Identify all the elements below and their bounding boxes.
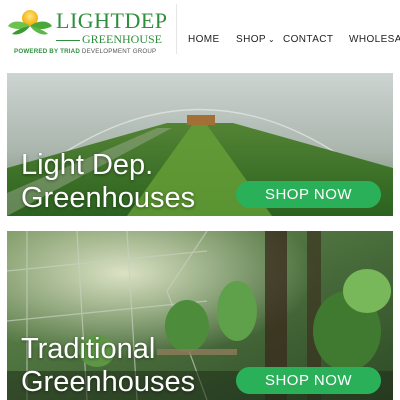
- nav-item-label: HOME: [188, 34, 220, 45]
- nav-item-label: SHOP: [236, 34, 266, 45]
- nav-item-contact[interactable]: CONTACT: [283, 33, 333, 47]
- shop-now-button[interactable]: SHOP NOW: [236, 181, 381, 208]
- logo-subtitle-text: GREENHOUSE: [82, 32, 162, 46]
- shop-now-button[interactable]: SHOP NOW: [236, 367, 381, 394]
- sun-leaves-icon: [8, 10, 52, 35]
- logo-powered-rest: DEVELOPMENT GROUP: [81, 48, 157, 55]
- logo-title-main: LIGHT: [56, 8, 125, 33]
- banner-title-line2: Greenhouses: [21, 182, 196, 214]
- banner-title-line2: Greenhouses: [21, 366, 196, 398]
- logo-title-accent: DEP: [124, 8, 168, 33]
- banner-title: Light Dep. Greenhouses: [21, 149, 195, 215]
- banner-title-line1: Light Dep.: [21, 149, 154, 181]
- logo-powered-by: POWERED BY TRIAD DEVELOPMENT GROUP: [14, 48, 156, 55]
- site-logo[interactable]: LIGHTDEP GREENHOUSE POWERED BY TRIAD DEV…: [6, 6, 176, 56]
- site-header: LIGHTDEP GREENHOUSE POWERED BY TRIAD DEV…: [0, 0, 400, 62]
- banner-title: Traditional Greenhouses: [21, 333, 195, 399]
- chevron-down-icon: ⌄: [267, 35, 276, 44]
- banner-title-line1: Traditional: [21, 333, 156, 365]
- nav-item-wholesale[interactable]: WHOLESAL: [349, 33, 400, 47]
- nav-item-label: WHOLESAL: [349, 34, 400, 45]
- logo-powered-by-text: POWERED BY TRIAD: [14, 48, 80, 55]
- banner-light-dep[interactable]: Light Dep. Greenhouses SHOP NOW: [7, 73, 393, 216]
- page: LIGHTDEP GREENHOUSE POWERED BY TRIAD DEV…: [0, 0, 400, 400]
- nav-item-home[interactable]: HOME: [188, 33, 220, 47]
- nav-item-label: CONTACT: [283, 34, 334, 45]
- nav-item-shop[interactable]: SHOP ⌄: [236, 33, 275, 47]
- header-divider: [176, 4, 177, 54]
- banner-traditional[interactable]: Traditional Greenhouses SHOP NOW: [7, 231, 393, 400]
- logo-subtitle: GREENHOUSE: [56, 33, 162, 45]
- logo-title: LIGHTDEP: [56, 10, 168, 32]
